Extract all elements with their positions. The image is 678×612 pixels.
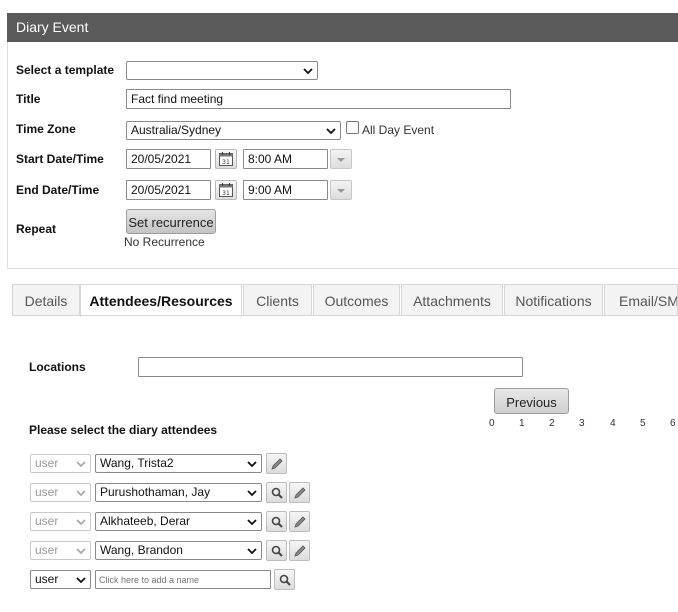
pencil-icon bbox=[294, 545, 306, 557]
title-label: Title bbox=[16, 92, 41, 106]
locations-input[interactable] bbox=[138, 357, 523, 377]
chevron-down-icon bbox=[76, 490, 86, 497]
attendee-type-select: user bbox=[30, 454, 91, 473]
tab-email-sms[interactable]: Email/SMS bbox=[604, 284, 678, 316]
dropdown-arrow-icon bbox=[337, 189, 345, 193]
attendee-type-value: user bbox=[35, 456, 59, 470]
chevron-down-icon bbox=[326, 128, 336, 135]
end-date-input[interactable]: 20/05/2021 bbox=[126, 180, 211, 200]
tab-outcomes[interactable]: Outcomes bbox=[313, 284, 400, 316]
template-select[interactable] bbox=[126, 61, 318, 80]
attendee-name-value: Wang, Brandon bbox=[100, 543, 183, 557]
tab-divider bbox=[12, 315, 678, 316]
pencil-icon bbox=[271, 458, 283, 470]
attendee-type-value: user bbox=[35, 514, 59, 528]
page-number[interactable]: 2 bbox=[549, 418, 555, 429]
calendar-icon: 31 bbox=[219, 183, 233, 197]
title-input[interactable]: Fact find meeting bbox=[126, 89, 511, 109]
attendee-name-value: Purushothaman, Jay bbox=[100, 485, 211, 499]
tab-attachments[interactable]: Attachments bbox=[401, 284, 503, 316]
tab-attendees-resources[interactable]: Attendees/Resources bbox=[80, 284, 242, 317]
pencil-icon bbox=[294, 487, 306, 499]
attendee-name-select[interactable]: Purushothaman, Jay bbox=[95, 483, 262, 502]
attendee-type-select: user bbox=[30, 512, 91, 531]
chevron-down-icon bbox=[76, 577, 86, 584]
timezone-label: Time Zone bbox=[16, 122, 76, 136]
chevron-down-icon bbox=[76, 461, 86, 468]
start-time-input[interactable]: 8:00 AM bbox=[243, 149, 328, 169]
start-date-input[interactable]: 20/05/2021 bbox=[126, 149, 211, 169]
chevron-down-icon bbox=[76, 548, 86, 555]
tab-details[interactable]: Details bbox=[12, 284, 80, 316]
dropdown-arrow-icon bbox=[337, 158, 345, 162]
tab-notifications[interactable]: Notifications bbox=[504, 284, 603, 316]
all-day-label: All Day Event bbox=[362, 123, 435, 137]
timezone-select[interactable]: Australia/Sydney bbox=[126, 121, 341, 140]
end-date-calendar-button[interactable]: 31 bbox=[215, 180, 237, 200]
window-title: Diary Event bbox=[7, 13, 678, 42]
attendee-name-select[interactable]: Wang, Trista2 bbox=[95, 454, 262, 473]
new-attendee-type-select[interactable]: user bbox=[30, 570, 91, 589]
end-time-input[interactable]: 9:00 AM bbox=[243, 180, 328, 200]
page-number[interactable]: 5 bbox=[640, 418, 646, 429]
attendee-name-value: Alkhateeb, Derar bbox=[100, 514, 191, 528]
search-icon bbox=[271, 487, 283, 499]
locations-label: Locations bbox=[29, 360, 86, 374]
calendar-icon: 31 bbox=[219, 152, 233, 166]
new-attendee-type-value: user bbox=[35, 572, 59, 586]
recurrence-status: No Recurrence bbox=[124, 235, 205, 249]
attendees-heading: Please select the diary attendees bbox=[29, 423, 218, 437]
start-datetime-label: Start Date/Time bbox=[16, 152, 104, 166]
attendee-type-select: user bbox=[30, 483, 91, 502]
start-time-dropdown-button[interactable] bbox=[330, 149, 352, 169]
template-label: Select a template bbox=[16, 63, 115, 77]
edit-attendee-button[interactable] bbox=[289, 482, 310, 503]
page-number[interactable]: 6 bbox=[670, 418, 676, 429]
search-icon bbox=[271, 516, 283, 528]
attendee-name-select[interactable]: Alkhateeb, Derar bbox=[95, 512, 262, 531]
chevron-down-icon bbox=[247, 519, 257, 526]
chevron-down-icon bbox=[76, 519, 86, 526]
attendee-name-value: Wang, Trista2 bbox=[100, 456, 174, 470]
chevron-down-icon bbox=[247, 490, 257, 497]
edit-attendee-button[interactable] bbox=[289, 540, 310, 561]
chevron-down-icon bbox=[247, 548, 257, 555]
timezone-select-value: Australia/Sydney bbox=[131, 123, 222, 137]
search-attendee-button[interactable] bbox=[274, 569, 295, 590]
pencil-icon bbox=[294, 516, 306, 528]
search-attendee-button[interactable] bbox=[266, 540, 287, 561]
new-attendee-name-input[interactable] bbox=[95, 570, 271, 589]
attendee-type-value: user bbox=[35, 485, 59, 499]
set-recurrence-button[interactable]: Set recurrence bbox=[126, 209, 216, 234]
attendee-type-select: user bbox=[30, 541, 91, 560]
attendee-type-value: user bbox=[35, 543, 59, 557]
svg-text:31: 31 bbox=[222, 159, 230, 166]
previous-button[interactable]: Previous bbox=[494, 388, 569, 414]
edit-attendee-button[interactable] bbox=[266, 453, 287, 474]
page-number[interactable]: 0 bbox=[489, 418, 495, 429]
svg-text:31: 31 bbox=[222, 190, 230, 197]
chevron-down-icon bbox=[247, 461, 257, 468]
search-icon bbox=[271, 545, 283, 557]
edit-attendee-button[interactable] bbox=[289, 511, 310, 532]
page-number[interactable]: 4 bbox=[610, 418, 616, 429]
page-number[interactable]: 3 bbox=[579, 418, 585, 429]
repeat-label: Repeat bbox=[16, 222, 57, 236]
end-datetime-label: End Date/Time bbox=[16, 183, 100, 197]
start-date-calendar-button[interactable]: 31 bbox=[215, 149, 237, 169]
page-number[interactable]: 1 bbox=[519, 418, 525, 429]
end-time-dropdown-button[interactable] bbox=[330, 180, 352, 200]
attendee-name-select[interactable]: Wang, Brandon bbox=[95, 541, 262, 560]
chevron-down-icon bbox=[303, 68, 313, 75]
search-attendee-button[interactable] bbox=[266, 511, 287, 532]
search-icon bbox=[279, 574, 291, 586]
all-day-checkbox[interactable] bbox=[346, 121, 359, 134]
search-attendee-button[interactable] bbox=[266, 482, 287, 503]
tab-clients[interactable]: Clients bbox=[243, 284, 312, 316]
